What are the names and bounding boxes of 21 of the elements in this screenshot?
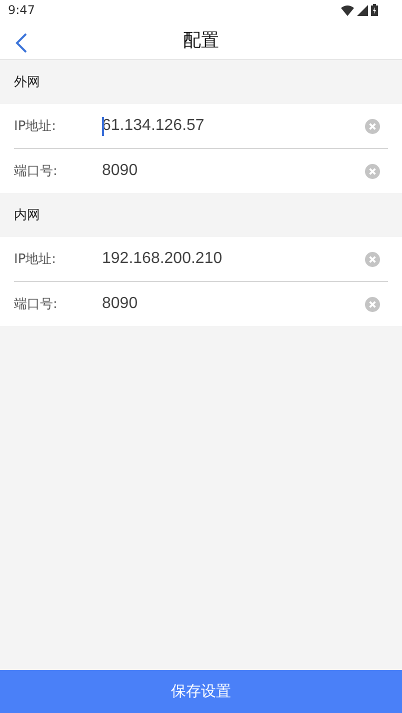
input-field[interactable]: 61.134.126.57 — [102, 111, 365, 141]
wifi-icon — [341, 4, 354, 16]
input-field[interactable]: 192.168.200.210 — [102, 244, 365, 274]
input-field[interactable]: 8090 — [102, 156, 365, 186]
section-title: 内网 — [14, 207, 40, 224]
save-button[interactable]: 保存设置 — [0, 670, 402, 713]
section-title: 外网 — [14, 74, 40, 91]
input-field[interactable]: 8090 — [102, 289, 365, 319]
clear-icon[interactable] — [365, 118, 380, 134]
page-title: 配置 — [183, 28, 219, 52]
field-label: 端口号: — [14, 163, 58, 180]
field-label: 端口号: — [14, 296, 58, 313]
status-time: 9:47 — [8, 3, 35, 17]
chevron-left-icon — [14, 32, 28, 54]
field-label: IP地址: — [14, 118, 58, 135]
clear-icon[interactable] — [365, 296, 380, 312]
clear-icon[interactable] — [365, 164, 380, 178]
signal-icon — [357, 4, 368, 16]
battery-icon — [371, 4, 378, 16]
field-label: IP地址: — [14, 251, 58, 268]
clear-icon[interactable] — [365, 252, 380, 266]
